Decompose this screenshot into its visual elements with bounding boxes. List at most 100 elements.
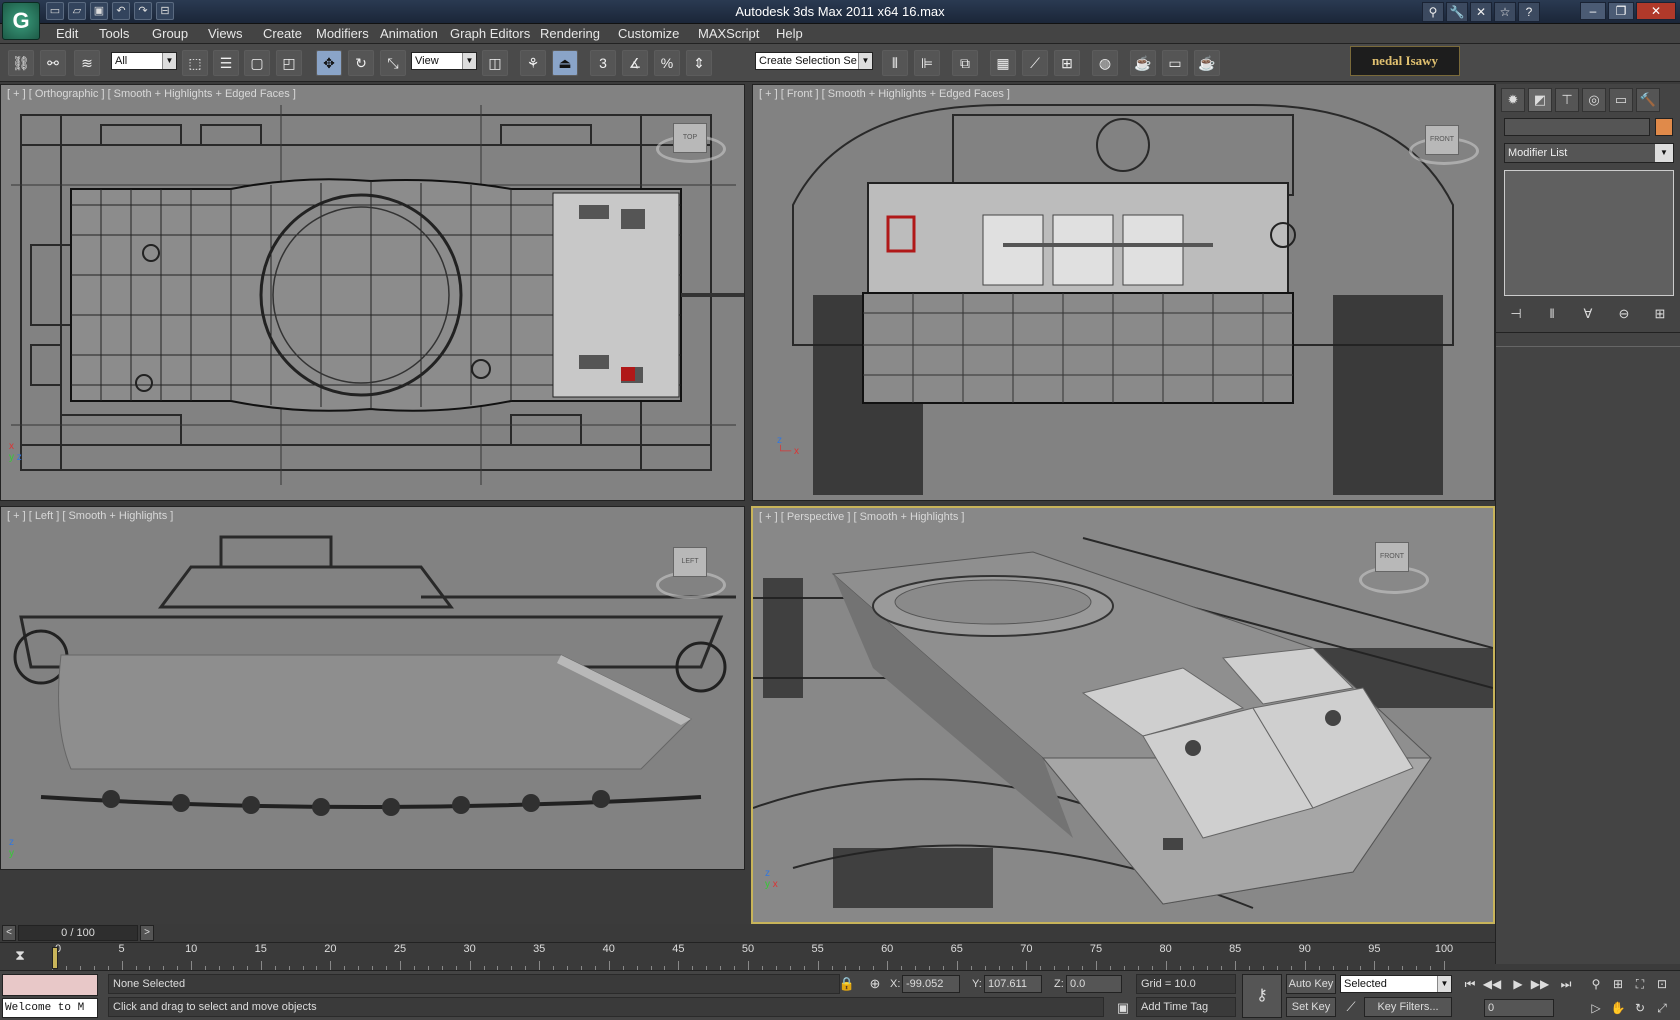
orbit-icon[interactable]: ↻ bbox=[1630, 999, 1650, 1017]
time-slider-thumb[interactable] bbox=[52, 947, 58, 969]
default-in-out-tangents-icon[interactable]: ⟋ bbox=[1342, 998, 1360, 1016]
time-tag-icon[interactable]: ▣ bbox=[1114, 999, 1132, 1017]
z-coordinate-field[interactable]: 0.0 bbox=[1066, 975, 1122, 993]
select-by-name-icon[interactable]: ☰ bbox=[213, 50, 239, 76]
track-bar[interactable]: ⧗ 0 5 10 15 20 25 30 35 40 45 50 55 60 65 70 75 80 85 90 95… bbox=[0, 942, 1495, 971]
auto-key-button[interactable]: Auto Key bbox=[1286, 974, 1336, 994]
minimize-icon[interactable]: – bbox=[1580, 2, 1606, 20]
modifier-list-dropdown[interactable]: Modifier List ▼ bbox=[1504, 143, 1674, 163]
render-setup-icon[interactable]: ☕ bbox=[1130, 50, 1156, 76]
subscription-icon[interactable]: 🔧 bbox=[1446, 2, 1468, 22]
pan-view-icon[interactable]: ✋ bbox=[1608, 999, 1628, 1017]
search-binoculars-icon[interactable]: ⚲ bbox=[1422, 2, 1444, 22]
hierarchy-tab-icon[interactable]: ⊤ bbox=[1555, 88, 1579, 112]
viewport-left[interactable]: [ + ] [ Left ] [ Smooth + Highlights ] L… bbox=[0, 506, 745, 870]
viewport-orthographic[interactable]: [ + ] [ Orthographic ] [ Smooth + Highli… bbox=[0, 84, 745, 501]
favorites-star-icon[interactable]: ☆ bbox=[1494, 2, 1516, 22]
viewcube-orthographic[interactable]: TOP bbox=[673, 123, 707, 153]
spinner-snap-icon[interactable]: ⇕ bbox=[686, 50, 712, 76]
menu-graph-editors[interactable]: Graph Editors bbox=[450, 26, 530, 41]
material-editor-icon[interactable]: ◍ bbox=[1092, 50, 1118, 76]
keyboard-shortcut-override-icon[interactable]: ⏏ bbox=[552, 50, 578, 76]
menu-customize[interactable]: Customize bbox=[618, 26, 679, 41]
named-selection-dropdown[interactable]: Create Selection Se ▼ bbox=[755, 52, 873, 70]
menu-tools[interactable]: Tools bbox=[99, 26, 129, 41]
percent-snap-icon[interactable]: % bbox=[654, 50, 680, 76]
close-icon[interactable]: ✕ bbox=[1636, 2, 1676, 20]
remove-modifier-icon[interactable]: ⊖ bbox=[1612, 304, 1636, 324]
menu-maxscript[interactable]: MAXScript bbox=[698, 26, 759, 41]
help-icon[interactable]: ? bbox=[1518, 2, 1540, 22]
align-icon[interactable]: ⊫ bbox=[914, 50, 940, 76]
menu-group[interactable]: Group bbox=[152, 26, 188, 41]
go-to-start-icon[interactable]: ⏮ bbox=[1460, 975, 1480, 993]
configure-modifier-sets-icon[interactable]: ⊞ bbox=[1648, 304, 1672, 324]
current-frame-field[interactable]: 0 bbox=[1484, 999, 1554, 1017]
communication-center-icon[interactable]: ✕ bbox=[1470, 2, 1492, 22]
show-end-result-icon[interactable]: ‖ bbox=[1540, 304, 1564, 324]
select-and-manipulate-icon[interactable]: ⚘ bbox=[520, 50, 546, 76]
menu-create[interactable]: Create bbox=[263, 26, 302, 41]
object-color-swatch[interactable] bbox=[1655, 118, 1673, 136]
viewcube-perspective[interactable]: FRONT bbox=[1375, 542, 1409, 572]
mirror-icon[interactable]: ⫴ bbox=[882, 50, 908, 76]
select-object-icon[interactable]: ⬚ bbox=[182, 50, 208, 76]
mini-curve-editor-icon[interactable]: ⧗ bbox=[8, 947, 32, 967]
maximize-viewport-icon[interactable]: ⤢ bbox=[1652, 999, 1672, 1017]
key-filters-button[interactable]: Key Filters... bbox=[1364, 997, 1452, 1017]
modifier-stack[interactable] bbox=[1504, 170, 1674, 296]
menu-views[interactable]: Views bbox=[208, 26, 242, 41]
add-time-tag[interactable]: Add Time Tag bbox=[1136, 997, 1236, 1017]
maxscript-mini-listener[interactable] bbox=[2, 974, 98, 996]
motion-tab-icon[interactable]: ◎ bbox=[1582, 88, 1606, 112]
menu-modifiers[interactable]: Modifiers bbox=[316, 26, 369, 41]
application-button[interactable]: G bbox=[2, 2, 40, 40]
set-key-icon[interactable]: ⚷ bbox=[1242, 974, 1282, 1018]
modify-tab-icon[interactable]: ◩ bbox=[1528, 88, 1552, 112]
viewport-label-perspective[interactable]: [ + ] [ Perspective ] [ Smooth + Highlig… bbox=[759, 511, 964, 523]
key-mode-dropdown[interactable]: Selected ▼ bbox=[1340, 975, 1452, 993]
link-icon[interactable]: ⛓ bbox=[8, 50, 34, 76]
render-production-icon[interactable]: ☕ bbox=[1194, 50, 1220, 76]
viewcube-left[interactable]: LEFT bbox=[673, 547, 707, 577]
zoom-extents-icon[interactable]: ⛶ bbox=[1630, 975, 1650, 993]
window-crossing-icon[interactable]: ◰ bbox=[276, 50, 302, 76]
frame-ruler[interactable]: 0 5 10 15 20 25 30 35 40 45 50 55 60 65 70 75 80 85 90 95 10… bbox=[52, 943, 1453, 971]
time-slider-next-icon[interactable]: > bbox=[140, 925, 154, 941]
x-coordinate-field[interactable]: -99.052 bbox=[902, 975, 960, 993]
layer-manager-icon[interactable]: ⧉ bbox=[952, 50, 978, 76]
maximize-icon[interactable]: ❐ bbox=[1608, 2, 1634, 20]
previous-frame-icon[interactable]: ◀◀ bbox=[1482, 975, 1502, 993]
selection-filter-dropdown[interactable]: All ▼ bbox=[111, 52, 177, 70]
time-slider[interactable]: 0 / 100 bbox=[18, 925, 138, 941]
viewport-label-orthographic[interactable]: [ + ] [ Orthographic ] [ Smooth + Highli… bbox=[7, 88, 296, 100]
snaps-toggle-icon[interactable]: 3 bbox=[590, 50, 616, 76]
pin-stack-icon[interactable]: ⊣ bbox=[1504, 304, 1528, 324]
unlink-icon[interactable]: ⚯ bbox=[40, 50, 66, 76]
menu-rendering[interactable]: Rendering bbox=[540, 26, 600, 41]
viewport-label-front[interactable]: [ + ] [ Front ] [ Smooth + Highlights + … bbox=[759, 88, 1010, 100]
zoom-all-icon[interactable]: ⊞ bbox=[1608, 975, 1628, 993]
make-unique-icon[interactable]: ∀ bbox=[1576, 304, 1600, 324]
set-key-button[interactable]: Set Key bbox=[1286, 997, 1336, 1017]
field-of-view-icon[interactable]: ▷ bbox=[1586, 999, 1606, 1017]
absolute-mode-icon[interactable]: ⊕ bbox=[866, 975, 884, 993]
viewport-perspective[interactable]: [ + ] [ Perspective ] [ Smooth + Highlig… bbox=[751, 506, 1495, 924]
maxscript-listener-output[interactable]: Welcome to M bbox=[2, 998, 98, 1018]
zoom-icon[interactable]: ⚲ bbox=[1586, 975, 1606, 993]
bind-space-warp-icon[interactable]: ≋ bbox=[74, 50, 100, 76]
next-frame-icon[interactable]: ▶▶ bbox=[1530, 975, 1550, 993]
select-and-move-icon[interactable]: ✥ bbox=[316, 50, 342, 76]
viewport-label-left[interactable]: [ + ] [ Left ] [ Smooth + Highlights ] bbox=[7, 510, 173, 522]
display-tab-icon[interactable]: ▭ bbox=[1609, 88, 1633, 112]
viewcube-front[interactable]: FRONT bbox=[1425, 125, 1459, 155]
menu-help[interactable]: Help bbox=[776, 26, 803, 41]
zoom-extents-all-icon[interactable]: ⊡ bbox=[1652, 975, 1672, 993]
go-to-end-icon[interactable]: ⏭ bbox=[1556, 975, 1576, 993]
pivot-center-icon[interactable]: ◫ bbox=[482, 50, 508, 76]
select-and-scale-icon[interactable]: ⤡ bbox=[380, 50, 406, 76]
utilities-tab-icon[interactable]: 🔨 bbox=[1636, 88, 1660, 112]
rendered-frame-window-icon[interactable]: ▭ bbox=[1162, 50, 1188, 76]
select-and-rotate-icon[interactable]: ↻ bbox=[348, 50, 374, 76]
angle-snap-icon[interactable]: ∡ bbox=[622, 50, 648, 76]
